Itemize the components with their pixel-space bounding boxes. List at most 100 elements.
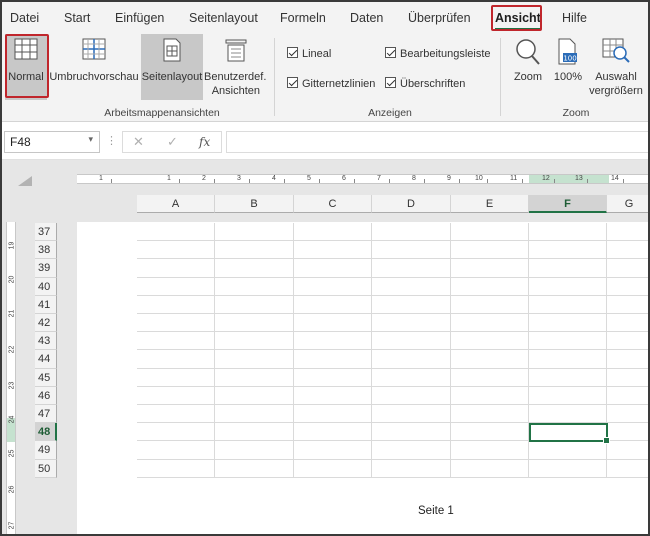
cell[interactable] (137, 278, 215, 296)
menu-hilfe[interactable]: Hilfe (562, 11, 587, 25)
menu-start[interactable]: Start (64, 11, 90, 25)
cell[interactable] (607, 441, 648, 460)
cell[interactable] (529, 460, 607, 478)
custom-views-button[interactable]: Benutzerdef. Ansichten (204, 34, 268, 100)
cell[interactable] (215, 369, 294, 387)
cell[interactable] (607, 259, 648, 278)
column-header-g[interactable]: G (607, 195, 648, 213)
row-header-42[interactable]: 42 (35, 314, 57, 332)
cell[interactable] (215, 405, 294, 423)
cell[interactable] (529, 259, 607, 278)
zoom-to-selection-button[interactable]: Auswahl vergrößern (586, 34, 646, 100)
cell[interactable] (294, 460, 372, 478)
cell[interactable] (451, 405, 529, 423)
cell[interactable] (372, 259, 451, 278)
cell[interactable] (607, 460, 648, 478)
cell[interactable] (529, 405, 607, 423)
cell[interactable] (294, 241, 372, 259)
cell[interactable] (372, 369, 451, 387)
cell[interactable] (137, 441, 215, 460)
cell[interactable] (372, 350, 451, 369)
cell[interactable] (607, 332, 648, 350)
formula-bar-checkbox-box[interactable] (385, 47, 396, 58)
formula-input[interactable] (226, 131, 648, 153)
cell[interactable] (215, 296, 294, 314)
row-header-46[interactable]: 46 (35, 387, 57, 405)
cell[interactable] (215, 241, 294, 259)
cell[interactable] (294, 296, 372, 314)
cell[interactable] (137, 241, 215, 259)
row-header-37[interactable]: 37 (35, 223, 57, 241)
formula-bar-grip-icon[interactable]: ⋮ (106, 134, 117, 147)
cell[interactable] (294, 332, 372, 350)
cell[interactable] (294, 423, 372, 441)
menu-einfuegen[interactable]: Einfügen (115, 11, 164, 25)
row-header-48[interactable]: 48 (35, 423, 57, 441)
row-header-49[interactable]: 49 (35, 441, 57, 460)
cell[interactable] (529, 332, 607, 350)
cell[interactable] (529, 314, 607, 332)
headings-checkbox[interactable]: Überschriften (385, 77, 465, 90)
formula-bar-checkbox[interactable]: Bearbeitungsleiste (385, 47, 491, 60)
cell[interactable] (372, 405, 451, 423)
cell[interactable] (215, 387, 294, 405)
cell[interactable] (294, 387, 372, 405)
cell[interactable] (294, 259, 372, 278)
ruler-checkbox-box[interactable] (287, 47, 298, 58)
column-header-d[interactable]: D (372, 195, 451, 213)
cell[interactable] (607, 278, 648, 296)
cell[interactable] (529, 296, 607, 314)
cell[interactable] (607, 296, 648, 314)
cell[interactable] (137, 296, 215, 314)
cell[interactable] (215, 259, 294, 278)
cell[interactable] (372, 423, 451, 441)
insert-function-icon[interactable]: fx (199, 135, 210, 149)
cell[interactable] (215, 278, 294, 296)
gridlines-checkbox-box[interactable] (287, 77, 298, 88)
gridlines-checkbox[interactable]: Gitternetzlinien (287, 77, 375, 90)
select-all-corner[interactable] (18, 176, 32, 186)
row-header-40[interactable]: 40 (35, 278, 57, 296)
column-header-e[interactable]: E (451, 195, 529, 213)
cell[interactable] (372, 278, 451, 296)
cell[interactable] (137, 423, 215, 441)
cell[interactable] (372, 296, 451, 314)
cell[interactable] (294, 278, 372, 296)
cell[interactable] (607, 314, 648, 332)
enter-icon[interactable]: ✓ (167, 134, 178, 150)
cell[interactable] (215, 223, 294, 241)
cell[interactable] (137, 223, 215, 241)
cell[interactable] (529, 241, 607, 259)
cell[interactable] (294, 369, 372, 387)
cell[interactable] (607, 369, 648, 387)
column-header-c[interactable]: C (294, 195, 372, 213)
cell[interactable] (294, 441, 372, 460)
cell[interactable] (137, 332, 215, 350)
cell[interactable] (215, 350, 294, 369)
cell[interactable] (137, 387, 215, 405)
cell[interactable] (451, 314, 529, 332)
page-layout-button[interactable]: Seitenlayout (141, 34, 203, 100)
cell[interactable] (451, 369, 529, 387)
cell[interactable] (451, 241, 529, 259)
active-cell-f48[interactable] (529, 423, 610, 444)
cell[interactable] (451, 223, 529, 241)
cell[interactable] (451, 278, 529, 296)
cell[interactable] (137, 259, 215, 278)
name-box-dropdown-icon[interactable]: ▾ (88, 134, 93, 145)
cell[interactable] (607, 387, 648, 405)
row-header-44[interactable]: 44 (35, 350, 57, 369)
cell[interactable] (451, 259, 529, 278)
cell[interactable] (137, 405, 215, 423)
cell[interactable] (137, 350, 215, 369)
headings-checkbox-box[interactable] (385, 77, 396, 88)
cell[interactable] (294, 350, 372, 369)
cancel-icon[interactable]: ✕ (133, 134, 144, 150)
cell[interactable] (607, 241, 648, 259)
cell[interactable] (529, 278, 607, 296)
cell[interactable] (294, 405, 372, 423)
cell[interactable] (451, 423, 529, 441)
menu-datei[interactable]: Datei (10, 11, 39, 25)
cell[interactable] (372, 332, 451, 350)
cell[interactable] (215, 423, 294, 441)
